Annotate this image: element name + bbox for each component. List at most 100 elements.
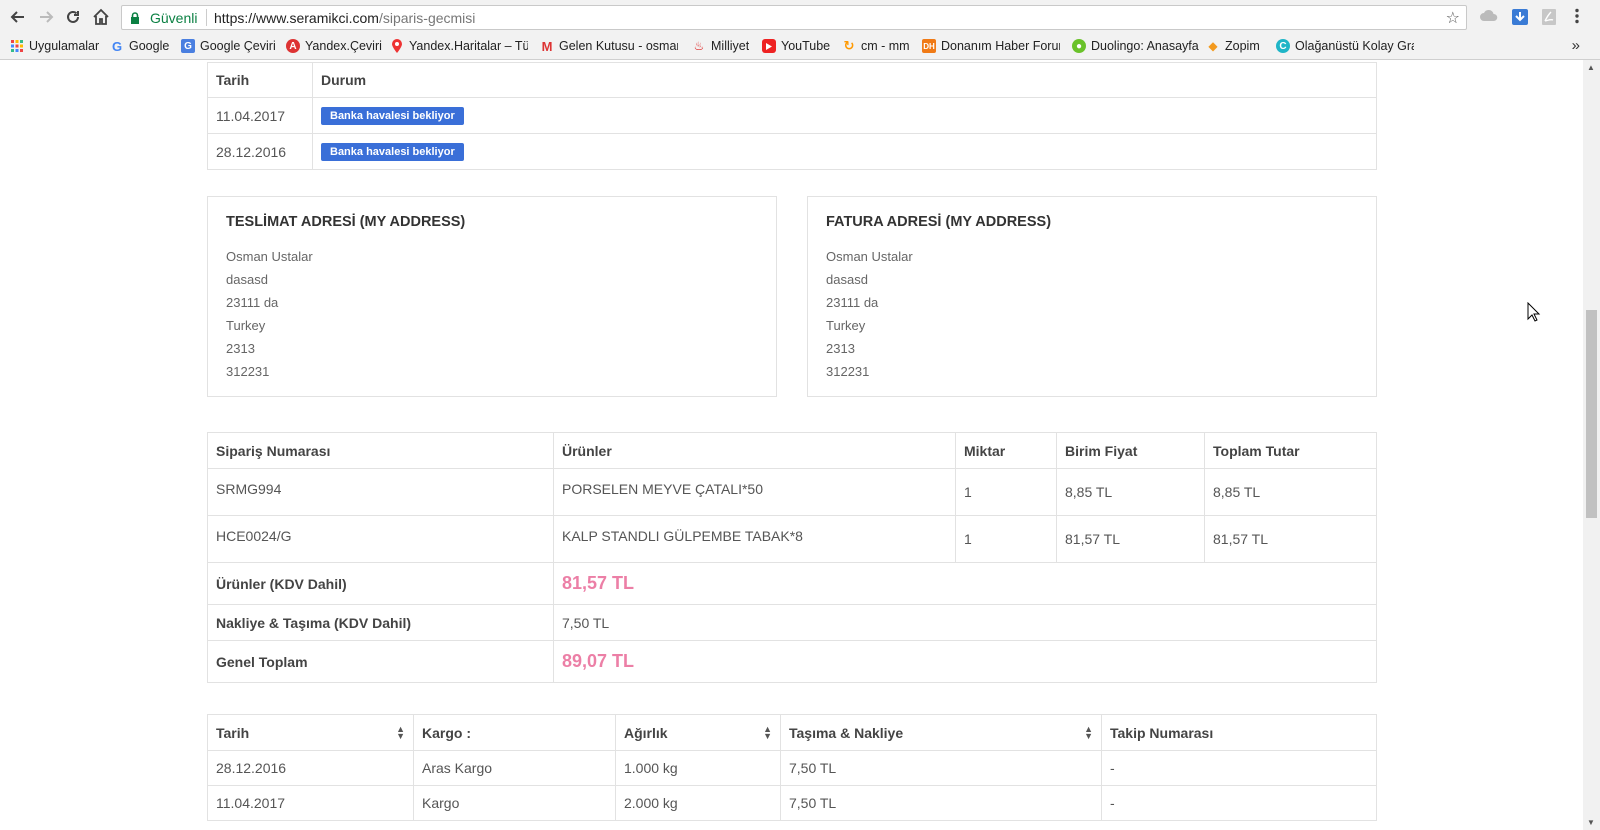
column-header-carrier: Kargo :	[413, 714, 616, 751]
lock-icon	[130, 11, 140, 27]
product-name: KALP STANDLI GÜLPEMBE TABAK*8	[553, 515, 956, 563]
shipment-weight: 2.000 kg	[615, 785, 781, 821]
home-icon	[93, 8, 109, 25]
bookmark-duolingo[interactable]: ● Duolingo: Anasayfa	[1072, 39, 1199, 53]
column-header-unit-price: Birim Fiyat	[1056, 432, 1205, 469]
tracking-number: -	[1101, 785, 1377, 821]
status-badge: Banka havalesi bekliyor	[321, 107, 464, 125]
download-extension-icon[interactable]	[1511, 8, 1529, 26]
convert-icon: ↻	[843, 39, 855, 53]
grand-total-label: Genel Toplam	[207, 640, 554, 683]
column-header-shipping[interactable]: Taşıma & Nakliye ▲ ▼	[780, 714, 1102, 751]
home-button[interactable]	[91, 7, 111, 27]
back-button[interactable]	[8, 7, 28, 27]
address-line: Osman Ustalar	[826, 249, 913, 264]
bookmark-canva[interactable]: C Olağanüstü Kolay Gra	[1276, 39, 1414, 53]
address-line: 312231	[826, 364, 870, 379]
address-bar[interactable]: Güvenli https://www.seramikci.com/sipari…	[121, 5, 1467, 30]
status-cell: Banka havalesi bekliyor	[312, 97, 1377, 134]
page-scrollbar[interactable]: ▲ ▼	[1583, 60, 1600, 830]
bookmark-zopim[interactable]: ◆ Zopim	[1206, 39, 1260, 53]
unit-price: 8,85 TL	[1056, 468, 1205, 516]
billing-address-box: FATURA ADRESİ (MY ADDRESS) Osman Ustalar…	[807, 196, 1377, 397]
shipment-cost: 7,50 TL	[780, 750, 1102, 786]
column-header-weight[interactable]: Ağırlık ▲ ▼	[615, 714, 781, 751]
scroll-up-arrow-icon[interactable]: ▲	[1587, 63, 1595, 72]
youtube-icon	[762, 39, 776, 53]
zopim-icon: ◆	[1208, 39, 1218, 53]
scrollbar-thumb[interactable]	[1586, 310, 1597, 518]
order-number: HCE0024/G	[207, 515, 554, 563]
bookmark-youtube[interactable]: YouTube	[762, 39, 830, 53]
shipment-weight: 1.000 kg	[615, 750, 781, 786]
bookmark-donanim-haber[interactable]: DH Donanım Haber Forun	[922, 39, 1060, 53]
column-header-label: Tarih	[216, 724, 250, 741]
address-line: Osman Ustalar	[226, 249, 313, 264]
summary-row-products: Ürünler (KDV Dahil) 81,57 TL	[207, 562, 1377, 605]
table-row: HCE0024/G KALP STANDLI GÜLPEMBE TABAK*8 …	[207, 515, 1377, 563]
table-row: 11.04.2017 Banka havalesi bekliyor	[207, 97, 1377, 134]
bookmark-label: Zopim	[1225, 39, 1260, 53]
bookmark-label: Uygulamalar	[29, 39, 100, 53]
status-date: 11.04.2017	[207, 97, 313, 134]
reload-button[interactable]	[63, 7, 83, 27]
order-items-table: Sipariş Numarası Ürünler Miktar Birim Fi…	[207, 432, 1377, 683]
products-total-value: 81,57 TL	[562, 573, 635, 593]
forward-button[interactable]	[36, 7, 56, 27]
map-pin-icon	[390, 39, 404, 53]
shipping-address-title: TESLİMAT ADRESİ (MY ADDRESS)	[226, 214, 466, 230]
bookmark-gmail[interactable]: M Gelen Kutusu - osman	[540, 39, 678, 53]
order-number: SRMG994	[207, 468, 554, 516]
shipment-carrier: Kargo	[413, 785, 616, 821]
table-row: SRMG994 PORSELEN MEYVE ÇATALI*50 1 8,85 …	[207, 468, 1377, 516]
bookmark-yandex-maps[interactable]: Yandex.Haritalar – Tür	[390, 39, 528, 53]
shipment-carrier: Aras Kargo	[413, 750, 616, 786]
line-total: 8,85 TL	[1204, 468, 1377, 516]
chrome-menu-icon[interactable]	[1575, 8, 1583, 26]
bookmark-apps[interactable]: Uygulamalar	[10, 39, 99, 53]
bookmark-label: Yandex.Çeviri	[305, 39, 382, 53]
shipments-table: Tarih ▲ ▼ Kargo : Ağırlık ▲ ▼ Taşıma & Nak…	[207, 714, 1377, 821]
product-name: PORSELEN MEYVE ÇATALI*50	[553, 468, 956, 516]
unit-price: 81,57 TL	[1056, 515, 1205, 563]
products-total-label: Ürünler (KDV Dahil)	[207, 562, 554, 605]
quantity: 1	[955, 515, 1057, 563]
bookmark-cm-mm[interactable]: ↻ cm - mm	[842, 39, 910, 53]
bookmarks-overflow-button[interactable]: »	[1572, 37, 1580, 54]
column-header-label: Taşıma & Nakliye	[789, 724, 904, 741]
column-header-order-number: Sipariş Numarası	[207, 432, 554, 469]
tracking-number: -	[1101, 750, 1377, 786]
sort-icon[interactable]: ▲ ▼	[396, 724, 405, 740]
bookmark-label: Google Çeviri	[200, 39, 276, 53]
column-header-tracking: Takip Numarası	[1101, 714, 1377, 751]
bookmark-label: cm - mm	[861, 39, 910, 53]
cloud-extension-icon[interactable]	[1480, 8, 1498, 26]
column-header-label: Ağırlık	[624, 724, 668, 741]
bookmark-star-icon[interactable]: ☆	[1446, 8, 1460, 28]
security-label: Güvenli	[150, 10, 198, 26]
sort-icon[interactable]: ▲ ▼	[763, 724, 772, 740]
table-header-row: Tarih Durum	[207, 62, 1377, 98]
column-header-total: Toplam Tutar	[1204, 432, 1377, 469]
bookmark-milliyet[interactable]: ♨ Milliyet	[692, 39, 750, 53]
milliyet-icon: ♨	[693, 39, 705, 53]
bookmark-google[interactable]: G Google	[110, 39, 169, 53]
bookmark-google-translate[interactable]: G Google Çeviri	[181, 39, 276, 53]
summary-row-grand-total: Genel Toplam 89,07 TL	[207, 640, 1377, 683]
bookmark-label: Gelen Kutusu - osman	[559, 39, 678, 53]
mouse-cursor-icon	[1527, 301, 1541, 327]
sort-icon[interactable]: ▲ ▼	[1084, 724, 1093, 740]
grand-total-cell: 89,07 TL	[553, 640, 1377, 683]
column-header-status: Durum	[312, 62, 1377, 98]
url-host: https://www.seramikci.com	[214, 10, 379, 26]
bookmarks-bar: Uygulamalar G Google G Google Çeviri A Y…	[0, 34, 1600, 60]
url-path: /siparis-gecmisi	[378, 10, 476, 26]
quantity: 1	[955, 468, 1057, 516]
status-date: 28.12.2016	[207, 133, 313, 170]
scroll-down-arrow-icon[interactable]: ▼	[1587, 818, 1595, 827]
summary-row-shipping: Nakliye & Taşıma (KDV Dahil) 7,50 TL	[207, 604, 1377, 641]
column-header-date[interactable]: Tarih ▲ ▼	[207, 714, 414, 751]
bookmark-yandex-translate[interactable]: A Yandex.Çeviri	[286, 39, 382, 53]
pdf-extension-icon[interactable]	[1541, 8, 1559, 26]
table-row: 28.12.2016 Aras Kargo 1.000 kg 7,50 TL -	[207, 750, 1377, 786]
